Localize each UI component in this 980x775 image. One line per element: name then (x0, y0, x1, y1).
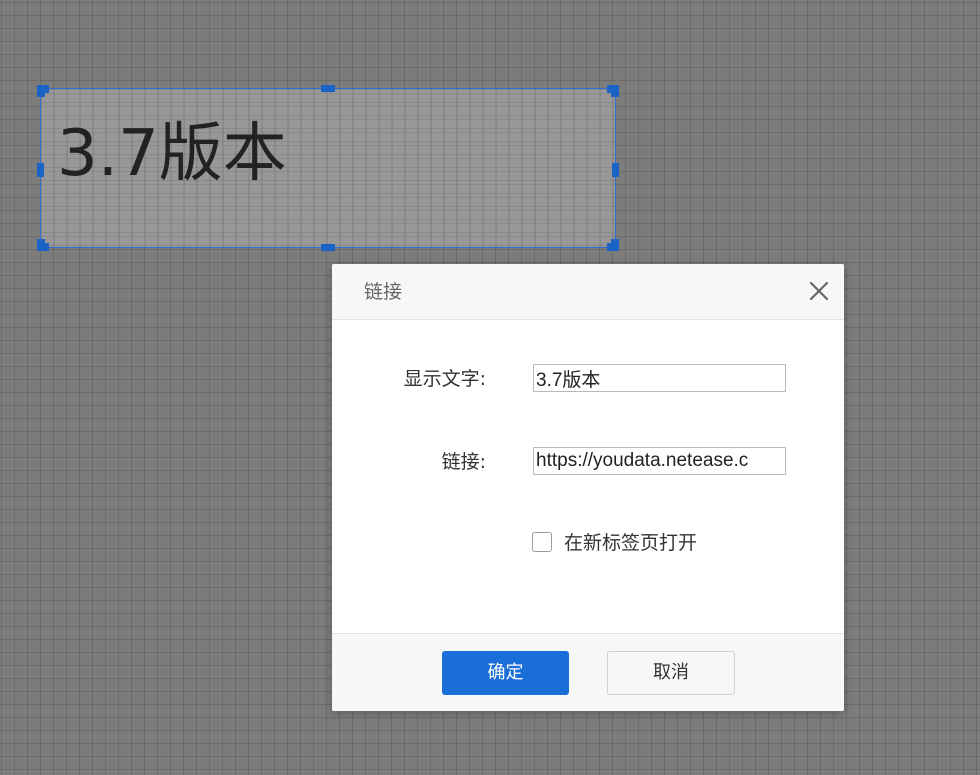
cancel-button[interactable]: 取消 (607, 651, 735, 695)
link-url-input[interactable] (533, 447, 786, 475)
resize-handle-bottom-left-corner[interactable] (37, 239, 45, 251)
resize-handle-top-right-corner[interactable] (611, 85, 619, 97)
display-text-row: 显示文字: (332, 364, 844, 394)
confirm-button[interactable]: 确定 (442, 651, 569, 695)
selected-text-box[interactable]: 3.7版本 (37, 85, 619, 251)
resize-handle-top-center[interactable] (321, 85, 335, 92)
link-dialog: 链接 显示文字: 链接: 在新标签页打开 确定 取消 (332, 264, 844, 711)
dialog-footer: 确定 取消 (332, 633, 844, 711)
link-label: 链接: (441, 451, 486, 473)
close-icon[interactable] (808, 280, 830, 302)
display-text-label: 显示文字: (403, 368, 486, 390)
resize-handle-middle-left[interactable] (37, 163, 44, 177)
display-text-input[interactable] (533, 364, 786, 392)
dialog-header: 链接 (332, 264, 844, 320)
resize-handle-top-left-corner[interactable] (37, 85, 45, 97)
text-box-content[interactable]: 3.7版本 (57, 109, 287, 199)
open-new-tab-label[interactable]: 在新标签页打开 (564, 530, 697, 556)
open-new-tab-checkbox[interactable] (532, 532, 552, 552)
dialog-title: 链接 (364, 281, 403, 303)
resize-handle-bottom-right-corner[interactable] (611, 239, 619, 251)
resize-handle-middle-right[interactable] (612, 163, 619, 177)
link-row: 链接: (332, 447, 844, 477)
resize-handle-bottom-center[interactable] (321, 244, 335, 251)
